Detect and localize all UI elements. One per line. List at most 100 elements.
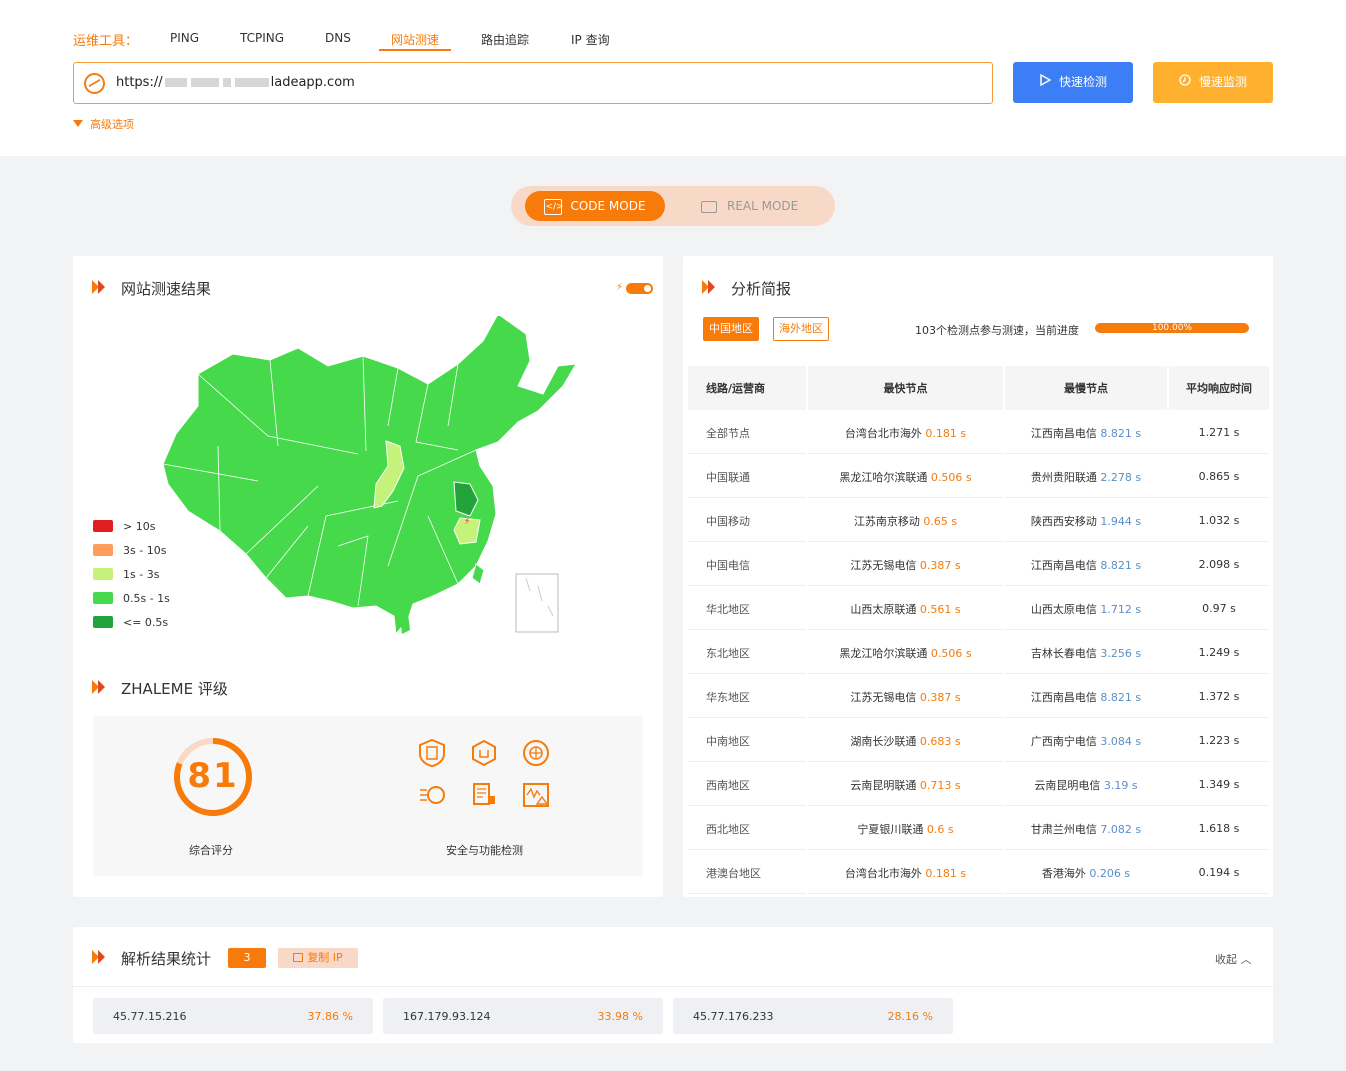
average-time: 0.97 s [1169, 588, 1269, 630]
table-row: 中南地区 湖南长沙联通 0.683 s 广西南宁电信 3.084 s 1.223 s [688, 720, 1269, 762]
rating-panel: 81 综合评分 安全与功能检测 [93, 716, 643, 876]
route-name: 全部节点 [688, 412, 806, 454]
hexagon-link-icon [472, 739, 496, 767]
mode-switch: </> CODE MODE REAL MODE [511, 186, 835, 226]
code-icon: </> [544, 198, 564, 215]
map-legend: > 10s 3s - 10s 1s - 3s 0.5s - 1s <= 0.5s [93, 514, 170, 634]
result-title: 网站测速结果 [121, 280, 212, 298]
column-header: 最快节点 [808, 366, 1003, 410]
tab-ip-lookup[interactable]: IP 查询 [571, 31, 610, 48]
average-time: 1.223 s [1169, 720, 1269, 762]
ip-item: 45.77.176.233 28.16 % [673, 998, 953, 1034]
fastest-node: 云南昆明联通 0.713 s [808, 764, 1003, 806]
url-chart-icon [84, 73, 105, 94]
legend-item: <= 0.5s [93, 610, 170, 634]
analysis-card: 分析简报 中国地区 海外地区 103个检测点参与测速，当前进度 100.00% … [683, 256, 1273, 897]
real-mode-button[interactable]: REAL MODE [701, 191, 798, 221]
table-row: 西南地区 云南昆明联通 0.713 s 云南昆明电信 3.19 s 1.349 s [688, 764, 1269, 806]
active-tab-underline [379, 49, 451, 51]
resolve-card: 解析结果统计 3 复制 IP 收起 ︿ 45.77.15.216 37.86 % … [73, 927, 1273, 1043]
route-name: 中国电信 [688, 544, 806, 586]
slowest-node: 江西南昌电信 8.821 s [1005, 676, 1167, 718]
column-header: 平均响应时间 [1169, 366, 1269, 410]
security-label: 安全与功能检测 [446, 844, 523, 857]
copy-ip-button[interactable]: 复制 IP [278, 948, 358, 968]
collapse-button[interactable]: 收起 ︿ [1215, 951, 1252, 967]
slowest-node: 广西南宁电信 3.084 s [1005, 720, 1167, 762]
fastest-node: 江苏南京移动 0.65 s [808, 500, 1003, 542]
table-row: 港澳台地区 台湾台北市海外 0.181 s 香港海外 0.206 s 0.194 s [688, 852, 1269, 894]
code-mode-button[interactable]: </> CODE MODE [525, 191, 665, 221]
route-name: 东北地区 [688, 632, 806, 674]
fastest-node: 江苏无锡电信 0.387 s [808, 676, 1003, 718]
average-time: 1.618 s [1169, 808, 1269, 850]
route-name: 西北地区 [688, 808, 806, 850]
fastest-node: 宁夏银川联通 0.6 s [808, 808, 1003, 850]
average-time: 1.271 s [1169, 412, 1269, 454]
fastest-node: 山西太原联通 0.561 s [808, 588, 1003, 630]
slowest-node: 江西南昌电信 8.821 s [1005, 544, 1167, 586]
table-row: 中国电信 江苏无锡电信 0.387 s 江西南昌电信 8.821 s 2.098 s [688, 544, 1269, 586]
rating-title: ZHALEME 评级 [121, 680, 228, 698]
fastest-node: 江苏无锡电信 0.387 s [808, 544, 1003, 586]
certificate-shield-icon [419, 738, 445, 768]
ip-item: 45.77.15.216 37.86 % [93, 998, 373, 1034]
clock-icon [1179, 62, 1191, 103]
fastest-node: 黑龙江哈尔滨联通 0.506 s [808, 632, 1003, 674]
tab-tcping[interactable]: TCPING [240, 31, 284, 45]
url-value: https://ladeapp.com [116, 75, 355, 90]
average-time: 0.865 s [1169, 456, 1269, 498]
progress-bar: 100.00% [1095, 323, 1249, 333]
divider [73, 986, 1273, 987]
slowest-node: 贵州贵阳联通 2.278 s [1005, 456, 1167, 498]
document-list-icon [473, 783, 495, 805]
route-name: 中南地区 [688, 720, 806, 762]
chevron-up-icon: ︿ [1240, 953, 1252, 966]
slowest-node: 云南昆明电信 3.19 s [1005, 764, 1167, 806]
average-time: 1.349 s [1169, 764, 1269, 806]
slow-monitor-button[interactable]: 慢速监测 [1153, 62, 1273, 103]
average-time: 2.098 s [1169, 544, 1269, 586]
average-time: 1.372 s [1169, 676, 1269, 718]
slowest-node: 甘肃兰州电信 7.082 s [1005, 808, 1167, 850]
bolt-icon: ⚡ [616, 282, 624, 293]
table-row: 西北地区 宁夏银川联通 0.6 s 甘肃兰州电信 7.082 s 1.618 s [688, 808, 1269, 850]
table-row: 中国移动 江苏南京移动 0.65 s 陕西西安移动 1.944 s 1.032 s [688, 500, 1269, 542]
network-globe-icon [420, 786, 445, 804]
tab-china-region[interactable]: 中国地区 [703, 317, 759, 341]
toolbar-panel: 运维工具： PING TCPING DNS 网站测速 路由追踪 IP 查询 ht… [0, 0, 1346, 156]
map-toggle[interactable] [626, 283, 653, 294]
score-label: 综合评分 [189, 844, 233, 857]
route-name: 华东地区 [688, 676, 806, 718]
china-map: ⚡ [162, 316, 577, 636]
slowest-node: 香港海外 0.206 s [1005, 852, 1167, 894]
route-name: 中国联通 [688, 456, 806, 498]
route-name: 华北地区 [688, 588, 806, 630]
route-name: 港澳台地区 [688, 852, 806, 894]
tab-route-trace[interactable]: 路由追踪 [481, 31, 529, 48]
column-header: 线路/运营商 [688, 366, 806, 410]
advanced-options-toggle[interactable]: 高级选项 [73, 116, 134, 132]
slowest-node: 江西南昌电信 8.821 s [1005, 412, 1167, 454]
tab-ping[interactable]: PING [170, 31, 199, 45]
analysis-table: 线路/运营商 最快节点 最慢节点 平均响应时间 全部节点 台湾台北市海外 0.18… [686, 364, 1271, 896]
average-time: 1.032 s [1169, 500, 1269, 542]
analysis-title: 分析简报 [731, 280, 792, 298]
tab-dns[interactable]: DNS [325, 31, 351, 45]
slowest-node: 吉林长春电信 3.256 s [1005, 632, 1167, 674]
globe-gear-icon [523, 740, 549, 766]
slowest-node: 山西太原电信 1.712 s [1005, 588, 1167, 630]
url-input[interactable]: https://ladeapp.com [73, 62, 993, 104]
fastest-node: 湖南长沙联通 0.683 s [808, 720, 1003, 762]
caret-down-icon [73, 120, 83, 127]
resolve-count-badge: 3 [228, 948, 266, 968]
fastest-node: 台湾台北市海外 0.181 s [808, 412, 1003, 454]
tab-overseas-region[interactable]: 海外地区 [773, 317, 829, 341]
play-icon [1039, 62, 1052, 103]
table-row: 华东地区 江苏无锡电信 0.387 s 江西南昌电信 8.821 s 1.372 s [688, 676, 1269, 718]
quick-check-button[interactable]: 快速检测 [1013, 62, 1133, 103]
tab-website-speed[interactable]: 网站测速 [391, 31, 439, 48]
monitor-icon [701, 200, 717, 213]
table-row: 东北地区 黑龙江哈尔滨联通 0.506 s 吉林长春电信 3.256 s 1.249 … [688, 632, 1269, 674]
route-name: 西南地区 [688, 764, 806, 806]
